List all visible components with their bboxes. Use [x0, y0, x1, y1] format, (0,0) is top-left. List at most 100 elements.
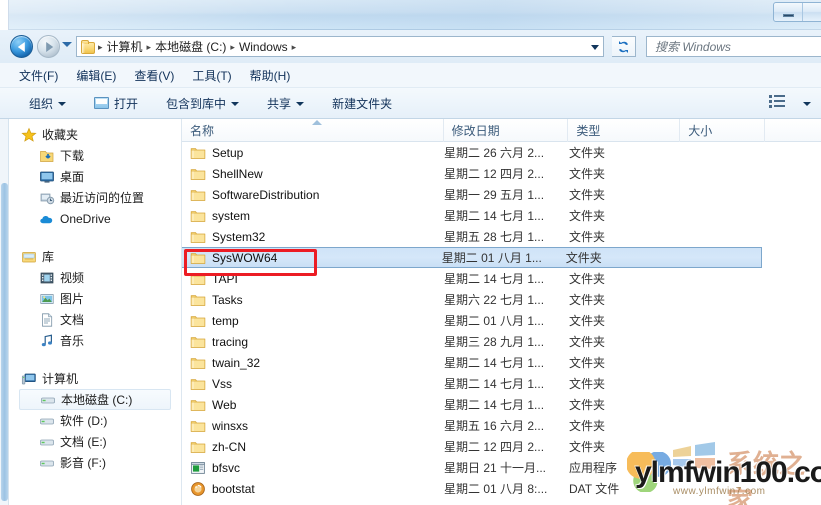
minimize-icon: [782, 13, 794, 17]
folder-icon: [190, 271, 206, 287]
table-row[interactable]: bfsvc 星期日 21 十一月... 应用程序: [182, 457, 821, 478]
view-dropdown-icon[interactable]: [803, 101, 811, 106]
new-folder-button[interactable]: 新建文件夹: [325, 92, 399, 115]
sidebar-item-music[interactable]: 音乐: [9, 330, 180, 351]
cell-type: DAT 文件: [569, 482, 620, 496]
sidebar-item-drive-f[interactable]: 影音 (F:): [9, 452, 180, 473]
address-bar[interactable]: ▸ 计算机 ▸ 本地磁盘 (C:) ▸ Windows ▸: [76, 36, 604, 57]
table-row[interactable]: TAPI 星期二 14 七月 1... 文件夹: [182, 268, 821, 289]
cell-name: System32: [182, 229, 444, 245]
sidebar-item-recent-places[interactable]: 最近访问的位置: [9, 187, 180, 208]
window-scrollbar[interactable]: [0, 119, 9, 505]
sidebar-item-drive-d[interactable]: 软件 (D:): [9, 410, 180, 431]
table-row[interactable]: zh-CN 星期二 12 四月 2... 文件夹: [182, 436, 821, 457]
download-folder-icon: [39, 148, 55, 164]
breadcrumb-windows[interactable]: Windows: [236, 40, 291, 54]
share-button[interactable]: 共享: [260, 92, 311, 115]
table-row[interactable]: tracing 星期三 28 九月 1... 文件夹: [182, 331, 821, 352]
cell-name: system: [182, 208, 444, 224]
breadcrumb-computer[interactable]: 计算机: [104, 38, 146, 55]
onedrive-cloud-icon: [39, 211, 55, 227]
cell-type: 文件夹: [569, 335, 606, 349]
nav-header-computer[interactable]: 计算机: [9, 368, 180, 389]
table-row[interactable]: SoftwareDistribution 星期一 29 五月 1... 文件夹: [182, 184, 821, 205]
title-bar-glass: [0, 0, 821, 30]
sidebar-item-downloads[interactable]: 下载: [9, 145, 180, 166]
menu-file[interactable]: 文件(F): [10, 65, 67, 86]
scrollbar-thumb[interactable]: [1, 183, 8, 501]
refresh-button[interactable]: [612, 36, 636, 57]
chevron-down-icon[interactable]: [591, 45, 599, 50]
table-row[interactable]: SysWOW64 星期二 01 八月 1... 文件夹: [182, 247, 762, 268]
file-name-label: Vss: [212, 376, 233, 391]
menu-help[interactable]: 帮助(H): [241, 65, 300, 86]
search-input[interactable]: 搜索 Windows: [646, 36, 821, 57]
table-row[interactable]: ShellNew 星期二 12 四月 2... 文件夹: [182, 163, 821, 184]
column-header-type[interactable]: 类型: [568, 119, 681, 142]
forward-button[interactable]: [37, 35, 60, 58]
sidebar-item-local-disk-c[interactable]: 本地磁盘 (C:): [19, 389, 171, 410]
breadcrumb-local-disk[interactable]: 本地磁盘 (C:): [152, 38, 229, 55]
library-icon: [21, 249, 37, 265]
nav-header-libraries[interactable]: 库: [9, 246, 180, 267]
nav-header-favorites[interactable]: 收藏夹: [9, 124, 180, 145]
table-row[interactable]: Web 星期二 14 七月 1... 文件夹: [182, 394, 821, 415]
drive-icon: [39, 413, 55, 429]
drive-icon: [39, 434, 55, 450]
cell-type: 文件夹: [569, 377, 606, 391]
open-button[interactable]: 打开: [87, 92, 145, 115]
include-in-library-button[interactable]: 包含到库中: [159, 92, 246, 115]
cell-type: 文件夹: [569, 293, 606, 307]
change-view-icon[interactable]: [769, 94, 786, 109]
table-row[interactable]: twain_32 星期二 14 七月 1... 文件夹: [182, 352, 821, 373]
menu-tools[interactable]: 工具(T): [183, 65, 240, 86]
maximize-button[interactable]: [803, 3, 821, 21]
sidebar-item-onedrive[interactable]: OneDrive: [9, 208, 180, 229]
menu-edit[interactable]: 编辑(E): [67, 65, 125, 86]
cell-name: bfsvc: [182, 460, 444, 476]
sidebar-item-documents[interactable]: 文档: [9, 309, 180, 330]
nav-label: 音乐: [60, 334, 85, 348]
recent-places-icon: [39, 190, 55, 206]
share-label: 共享: [267, 96, 292, 111]
nav-label: 文档: [60, 313, 85, 327]
cell-date-modified: 星期二 14 七月 1...: [444, 272, 545, 286]
back-button[interactable]: [10, 35, 33, 58]
minimize-button[interactable]: [774, 3, 803, 21]
open-folder-icon: [94, 96, 110, 110]
cell-name: twain_32: [182, 355, 444, 371]
sidebar-item-desktop[interactable]: 桌面: [9, 166, 180, 187]
file-name-label: TAPI: [212, 271, 238, 286]
table-row[interactable]: Vss 星期二 14 七月 1... 文件夹: [182, 373, 821, 394]
sidebar-item-drive-e[interactable]: 文档 (E:): [9, 431, 180, 452]
table-row[interactable]: temp 星期二 01 八月 1... 文件夹: [182, 310, 821, 331]
sidebar-item-pictures[interactable]: 图片: [9, 288, 180, 309]
column-header-size[interactable]: 大小: [680, 119, 766, 142]
folder-icon: [190, 439, 206, 455]
table-row[interactable]: Tasks 星期六 22 七月 1... 文件夹: [182, 289, 821, 310]
cell-type: 文件夹: [569, 272, 606, 286]
chevron-down-icon: [296, 102, 305, 106]
column-header-spare[interactable]: [765, 119, 821, 142]
column-header-row: 名称 修改日期 类型 大小: [182, 119, 821, 142]
cell-date-modified: 星期二 01 八月 8:...: [444, 482, 548, 496]
organize-button[interactable]: 组织: [22, 92, 73, 115]
column-header-name[interactable]: 名称: [182, 119, 444, 142]
recent-locations-dropdown-icon[interactable]: [62, 42, 72, 47]
table-row[interactable]: bootstat 星期二 01 八月 8:... DAT 文件: [182, 478, 821, 499]
column-label: 名称: [190, 124, 215, 138]
nav-label: OneDrive: [60, 211, 111, 226]
column-header-date-modified[interactable]: 修改日期: [444, 119, 569, 142]
search-placeholder: 搜索 Windows: [655, 40, 731, 54]
include-label: 包含到库中: [166, 96, 227, 111]
table-row[interactable]: System32 星期五 28 七月 1... 文件夹: [182, 226, 821, 247]
table-row[interactable]: winsxs 星期五 16 六月 2... 文件夹: [182, 415, 821, 436]
sidebar-item-videos[interactable]: 视频: [9, 267, 180, 288]
table-row[interactable]: Setup 星期二 26 六月 2... 文件夹: [182, 142, 821, 163]
menu-view[interactable]: 查看(V): [125, 65, 183, 86]
folder-icon: [190, 334, 206, 350]
folder-icon: [190, 250, 206, 266]
table-row[interactable]: system 星期二 14 七月 1... 文件夹: [182, 205, 821, 226]
cell-date-modified: 星期二 26 六月 2...: [444, 146, 545, 160]
